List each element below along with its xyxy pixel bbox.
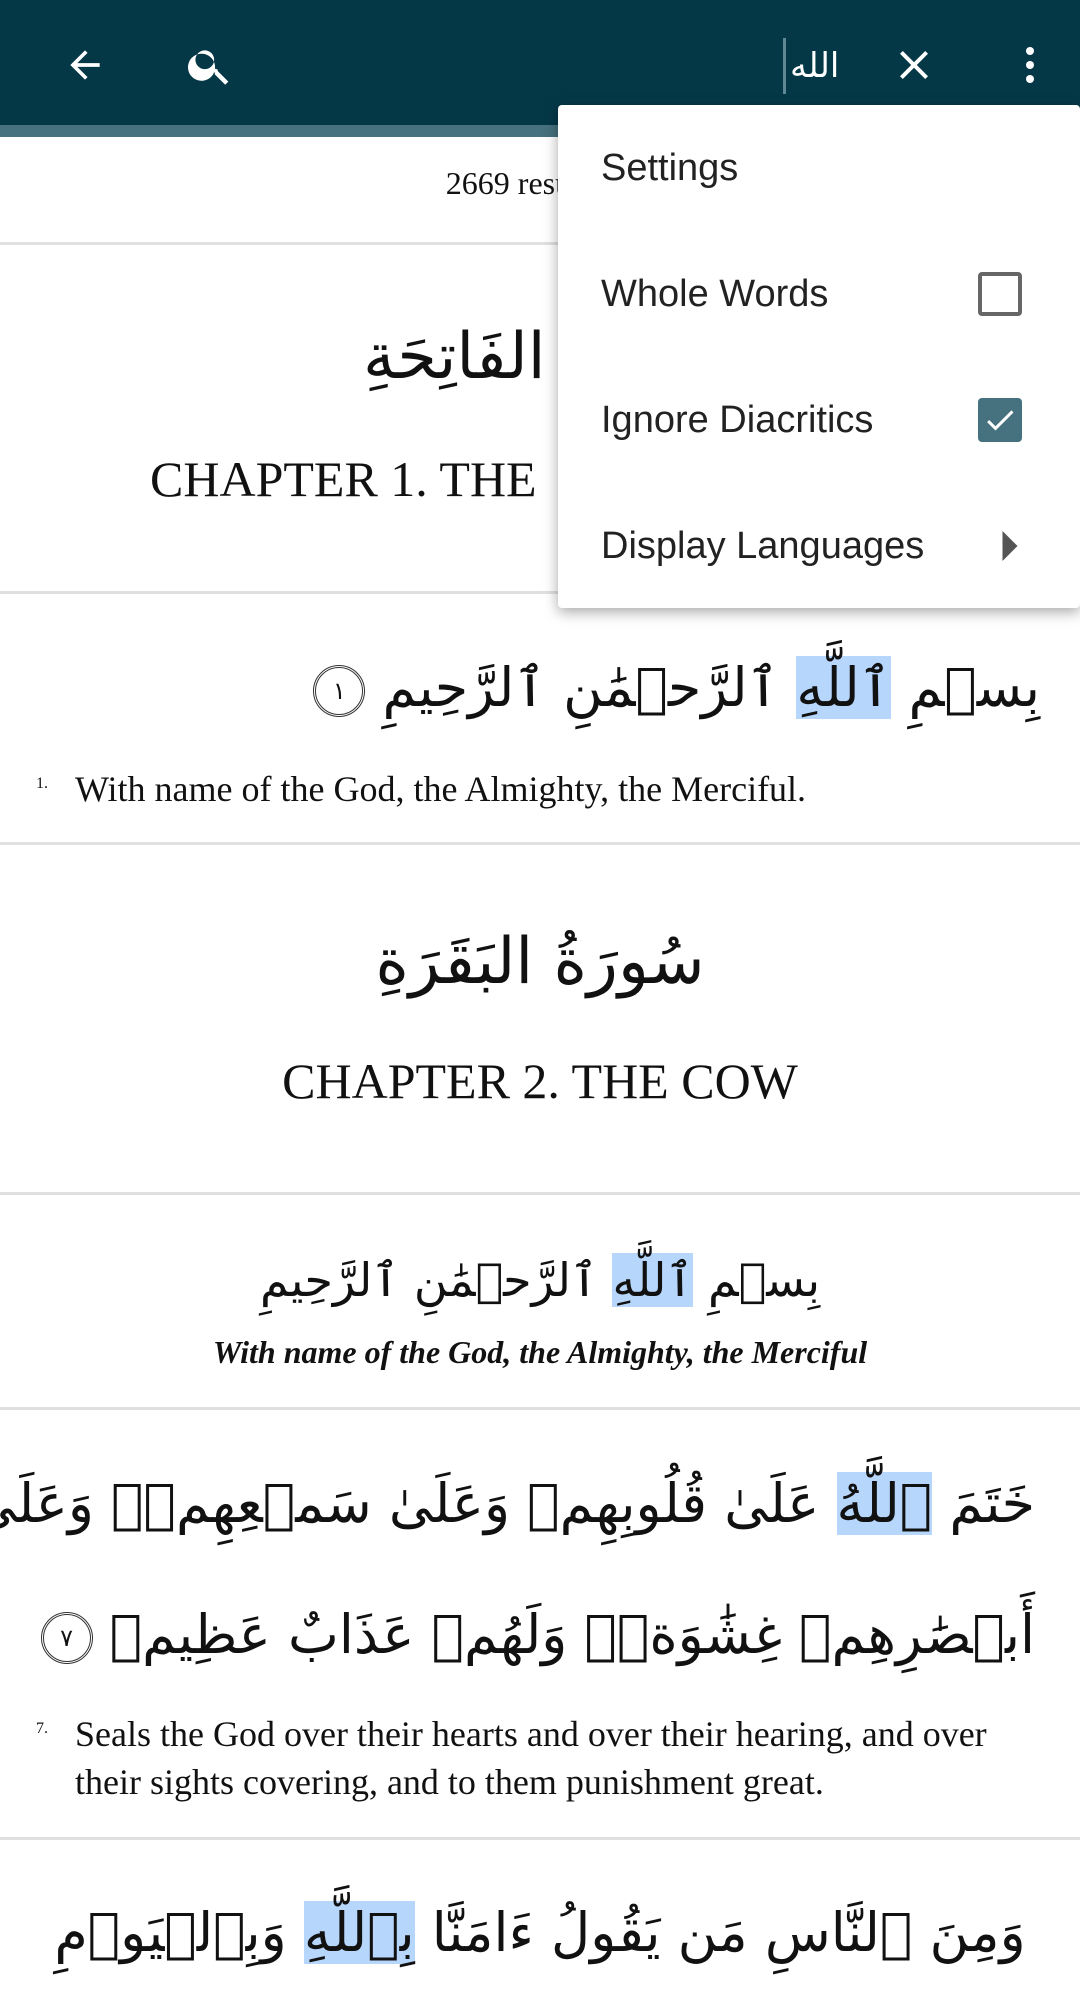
- divider: [0, 842, 1080, 845]
- search-icon[interactable]: [180, 35, 240, 95]
- arabic-words: ٱلرَّحۡمَٰنِ ٱلرَّحِيمِ: [382, 656, 780, 719]
- checkmark-icon: [987, 410, 1014, 431]
- verse-7-arabic-line-2[interactable]: أَبۡصَٰرِهِمۡ غِشَٰوَةٞۖ وَلَهُمۡ عَذَاب…: [0, 1585, 1080, 1685]
- divider: [0, 1407, 1080, 1410]
- menu-item-ignore-diacritics[interactable]: Ignore Diacritics: [558, 357, 1080, 483]
- arabic-words: ٱلرَّحۡمَٰنِ ٱلرَّحِيمِ: [259, 1253, 598, 1307]
- search-input[interactable]: الله: [783, 38, 839, 94]
- menu-item-settings[interactable]: Settings: [558, 105, 1080, 231]
- search-highlight: ٱللَّهُ: [836, 1472, 933, 1535]
- search-highlight: ٱللَّهِ: [796, 656, 892, 719]
- arabic-words: أَبۡصَٰرِهِمۡ غِشَٰوَةٞۖ وَلَهُمۡ عَذَاب…: [109, 1603, 1035, 1666]
- verse-number-marker: ١: [313, 665, 366, 718]
- search-highlight: بِٱللَّهِ: [303, 1901, 415, 1964]
- menu-item-whole-words[interactable]: Whole Words: [558, 231, 1080, 357]
- submenu-arrow-icon: [1002, 531, 1018, 561]
- bismillah-arabic: بِسۡمِ ٱللَّهِ ٱلرَّحۡمَٰنِ ٱلرَّحِيمِ: [0, 1225, 1080, 1335]
- search-highlight: ٱللَّهِ: [612, 1253, 694, 1307]
- verse-1-arabic[interactable]: بِسۡمِ ٱللَّهِ ٱلرَّحۡمَٰنِ ٱلرَّحِيمِ ١: [0, 625, 1080, 750]
- arabic-words: عَلَىٰ قُلُوبِهِمۡ وَعَلَىٰ سَمۡعِهِمۡۖ …: [0, 1472, 820, 1535]
- bismillah-translation: With name of the God, the Almighty, the …: [212, 1334, 868, 1370]
- next-verse-arabic: وَمِنَ ٱلنَّاسِ مَن يَقُولُ ءَامَنَّا بِ…: [0, 1869, 1080, 1997]
- menu-item-label: Ignore Diacritics: [601, 398, 874, 441]
- more-options-icon[interactable]: [1000, 35, 1060, 95]
- verse-number: 7.: [36, 1720, 48, 1737]
- verse-number: 1.: [36, 775, 48, 792]
- arabic-word: بِسۡمِ: [707, 1253, 821, 1307]
- arabic-words: وَبِٱلۡيَوۡمِ: [54, 1901, 287, 1964]
- back-arrow-icon[interactable]: [55, 35, 115, 95]
- verse-7-arabic-line-1[interactable]: خَتَمَ ٱللَّهُ عَلَىٰ قُلُوبِهِمۡ وَعَلَ…: [0, 1440, 1080, 1568]
- verse-7-translation: Seals the God over their hearts and over…: [75, 1714, 987, 1802]
- arabic-word: خَتَمَ: [949, 1472, 1035, 1535]
- chapter-2-arabic-title: سُورَةُ البَقَرَةِ: [375, 925, 705, 999]
- chapter-2-title: CHAPTER 2. THE COW: [282, 1053, 798, 1109]
- arabic-word: بِسۡمِ: [908, 656, 1040, 719]
- menu-item-label: Settings: [601, 146, 739, 189]
- verse-1-translation: With name of the God, the Almighty, the …: [75, 769, 807, 809]
- verse-number-marker: ٧: [40, 1612, 93, 1665]
- divider: [0, 1192, 1080, 1195]
- menu-item-label: Display Languages: [601, 524, 925, 567]
- overflow-menu: Settings Whole Words Ignore Diacritics D…: [558, 105, 1080, 608]
- divider: [0, 1837, 1080, 1840]
- arabic-words: وَمِنَ ٱلنَّاسِ مَن يَقُولُ ءَامَنَّا: [431, 1901, 1026, 1964]
- ignore-diacritics-checkbox[interactable]: [978, 398, 1022, 442]
- menu-item-display-languages[interactable]: Display Languages: [558, 483, 1080, 609]
- menu-item-label: Whole Words: [601, 272, 829, 315]
- clear-search-icon[interactable]: [884, 35, 944, 95]
- whole-words-checkbox[interactable]: [978, 272, 1022, 316]
